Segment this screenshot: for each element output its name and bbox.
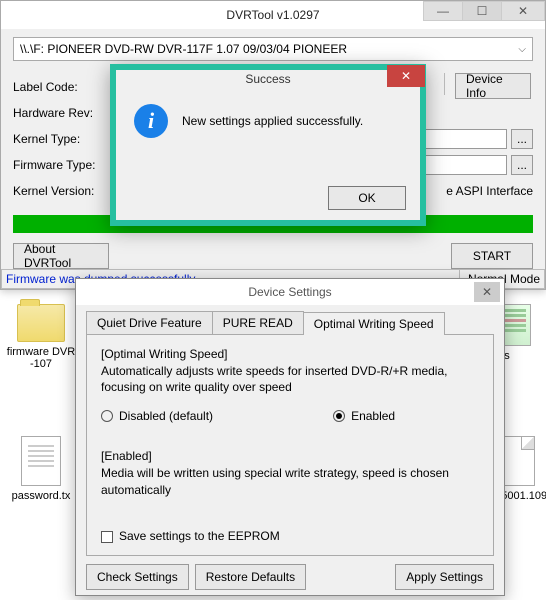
tab-optimal-writing[interactable]: Optimal Writing Speed — [303, 312, 445, 335]
aspi-interface-text: e ASPI Interface — [416, 184, 533, 198]
minimize-button[interactable]: — — [423, 1, 463, 21]
device-select[interactable]: \\.\F: PIONEER DVD-RW DVR-117F 1.07 09/0… — [13, 37, 533, 61]
label-code-label: Label Code: — [13, 80, 108, 94]
kernel-type-label: Kernel Type: — [13, 132, 108, 146]
minimize-icon: — — [437, 4, 449, 18]
settings-close-button[interactable]: ✕ — [474, 282, 500, 302]
maximize-button[interactable]: ☐ — [462, 1, 502, 21]
save-eeprom-checkbox[interactable]: Save settings to the EEPROM — [101, 529, 280, 543]
apply-settings-button[interactable]: Apply Settings — [395, 564, 494, 590]
close-icon: ✕ — [401, 69, 411, 83]
radio-label: Enabled — [351, 409, 395, 423]
settings-tabs: Quiet Drive Feature PURE READ Optimal Wr… — [76, 305, 504, 334]
settings-title: Device Settings — [76, 285, 504, 299]
maximize-icon: ☐ — [477, 4, 488, 18]
radio-icon — [101, 410, 113, 422]
chevron-down-icon: ⌵ — [518, 44, 526, 55]
hardware-rev-label: Hardware Rev: — [13, 106, 108, 120]
tab-pure-read[interactable]: PURE READ — [212, 311, 304, 334]
section-heading: [Optimal Writing Speed] — [101, 347, 479, 361]
modal-ok-button[interactable]: OK — [328, 186, 406, 210]
radio-disabled[interactable]: Disabled (default) — [101, 409, 213, 423]
textfile-icon — [21, 436, 61, 486]
icon-label: firmware DVR-107 — [6, 346, 76, 370]
modal-close-button[interactable]: ✕ — [387, 65, 425, 87]
icon-label: password.tx — [6, 490, 76, 502]
checkbox-label: Save settings to the EEPROM — [119, 529, 280, 543]
browse-button-2[interactable]: ... — [511, 155, 533, 175]
browse-button-1[interactable]: ... — [511, 129, 533, 149]
start-button[interactable]: START — [451, 243, 533, 269]
kernel-version-label: Kernel Version: — [13, 184, 108, 198]
tab-quiet-drive[interactable]: Quiet Drive Feature — [86, 311, 213, 334]
path-input-1[interactable] — [412, 129, 507, 149]
separator — [444, 73, 445, 95]
radio-icon — [333, 410, 345, 422]
settings-titlebar[interactable]: Device Settings ✕ — [76, 279, 504, 305]
modal-title: Success — [116, 65, 420, 93]
file-password[interactable]: password.tx — [6, 436, 76, 502]
enabled-heading: [Enabled] — [101, 449, 479, 463]
checkbox-icon — [101, 531, 113, 543]
radio-label: Disabled (default) — [119, 409, 213, 423]
tab-content: [Optimal Writing Speed] Automatically ad… — [86, 334, 494, 556]
titlebar[interactable]: DVRTool v1.0297 — ☐ ✕ — [1, 1, 545, 29]
close-button[interactable]: ✕ — [501, 1, 545, 21]
close-icon: ✕ — [518, 4, 528, 18]
device-info-button[interactable]: Device Info — [455, 73, 531, 99]
firmware-type-label: Firmware Type: — [13, 158, 108, 172]
info-icon: i — [134, 104, 168, 138]
section-description: Automatically adjusts write speeds for i… — [101, 363, 479, 395]
about-button[interactable]: About DVRTool — [13, 243, 109, 269]
restore-defaults-button[interactable]: Restore Defaults — [195, 564, 306, 590]
device-string: \\.\F: PIONEER DVD-RW DVR-117F 1.07 09/0… — [20, 42, 347, 56]
check-settings-button[interactable]: Check Settings — [86, 564, 189, 590]
device-settings-dialog: Device Settings ✕ Quiet Drive Feature PU… — [75, 278, 505, 596]
folder-firmware[interactable]: firmware DVR-107 — [6, 304, 76, 370]
modal-message: New settings applied successfully. — [182, 114, 363, 128]
close-icon: ✕ — [482, 285, 492, 299]
enabled-description: Media will be written using special writ… — [101, 465, 479, 497]
radio-enabled[interactable]: Enabled — [333, 409, 395, 423]
window-controls: — ☐ ✕ — [424, 1, 545, 21]
success-dialog: Success ✕ i New settings applied success… — [110, 64, 426, 226]
path-input-2[interactable] — [412, 155, 507, 175]
folder-icon — [17, 304, 65, 342]
